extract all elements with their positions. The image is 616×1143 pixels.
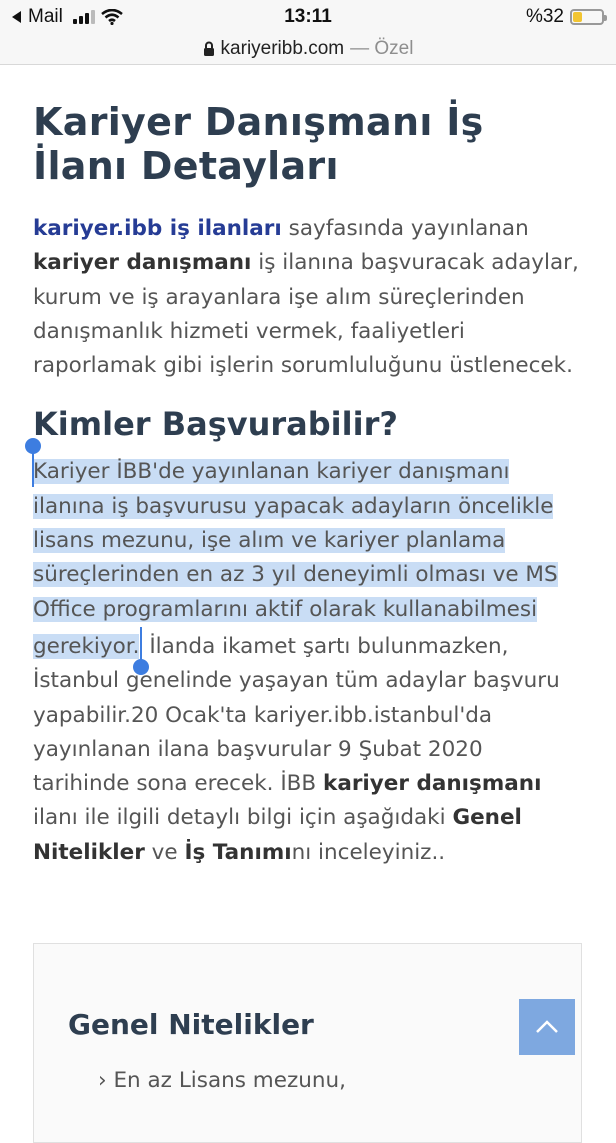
- battery-icon: [570, 9, 607, 25]
- section-text-4: nı inceleyiniz..: [291, 839, 446, 865]
- section-paragraph: Kariyer İBB'de yayınlanan kariyer danışm…: [25, 438, 585, 870]
- status-time: 13:11: [284, 6, 332, 27]
- intro-text-1: sayfasında yayınlanan: [281, 216, 529, 241]
- card-item-prefix: En az: [113, 1068, 172, 1093]
- page-title: Kariyer Danışmanı İş İlanı Detayları: [33, 100, 484, 188]
- status-bar-right: %32: [525, 6, 607, 28]
- section-text-2: ilanı ile ilgili detaylı bilgi için aşağ…: [33, 805, 453, 831]
- article: Kariyer Danışmanı İş İlanı Detayları kar…: [25, 100, 585, 870]
- ilanlar-link[interactable]: kariyer.ibb iş ilanları: [33, 216, 282, 241]
- selection-start-caret: [32, 453, 34, 488]
- genel-nitelikler-card: Genel Nitelikler › En az Lisans mezunu,: [33, 943, 582, 1143]
- status-bar: Mail 13:11 %32: [0, 0, 616, 34]
- url-bar[interactable]: kariyeribb.com — Özel: [0, 34, 616, 65]
- card-title: Genel Nitelikler: [68, 1008, 314, 1041]
- lock-icon: [203, 41, 214, 56]
- url-private-label: — Özel: [350, 38, 414, 59]
- section-bold-1: kariyer danışmanı: [323, 771, 542, 797]
- selection-start-handle[interactable]: [25, 438, 41, 455]
- chevron-up-icon: [536, 1020, 558, 1033]
- section-text-3: ve: [144, 839, 185, 865]
- section-bold-3: İş Tanımı: [184, 839, 292, 865]
- card-list-item: › En az Lisans mezunu,: [98, 1068, 346, 1093]
- selection-end-handle[interactable]: [133, 626, 150, 675]
- battery-level: [573, 12, 582, 22]
- section-heading: Kimler Başvurabilir?: [33, 405, 398, 444]
- url-domain: kariyeribb.com: [220, 38, 345, 59]
- chevron-right-icon: ›: [98, 1068, 107, 1093]
- intro-bold-1: kariyer danışmanı: [33, 250, 252, 276]
- battery-percent: %32: [525, 6, 564, 27]
- card-item-text: Lisans mezunu,: [178, 1068, 346, 1093]
- scroll-to-top-button[interactable]: [519, 999, 575, 1055]
- intro-paragraph: kariyer.ibb iş ilanları sayfasında yayın…: [33, 212, 585, 383]
- selected-text[interactable]: Kariyer İBB'de yayınlanan kariyer danışm…: [33, 459, 558, 659]
